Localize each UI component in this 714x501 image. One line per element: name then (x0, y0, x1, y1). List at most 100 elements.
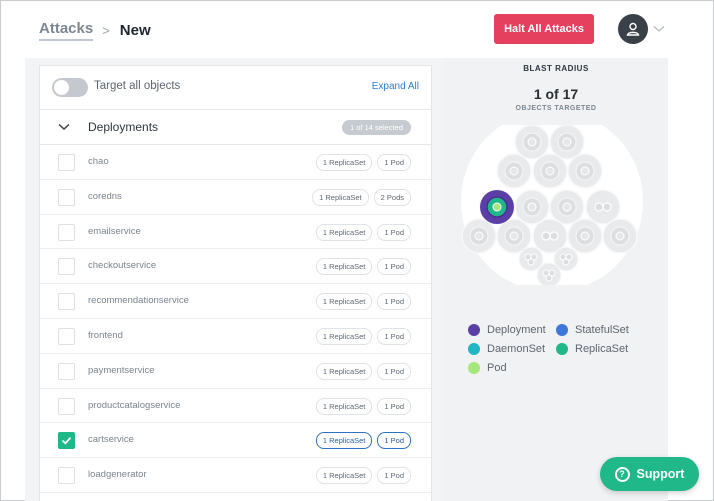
pod-count-tag: 1 Pod (377, 362, 411, 380)
deployment-row[interactable]: productcatalogservice 1 ReplicaSet 1 Pod (40, 389, 431, 424)
help-icon: ? (614, 466, 630, 482)
pod-bubble (562, 137, 572, 147)
deployment-row[interactable]: paymentservice 1 ReplicaSet 1 Pod (40, 354, 431, 389)
pod-bubble (545, 166, 555, 176)
pod-count-tag: 1 Pod (377, 432, 411, 450)
row-tags: 1 ReplicaSet 1 Pod (315, 327, 411, 345)
pod-count-tag: 1 Pod (377, 327, 411, 345)
row-tags: 1 ReplicaSet 1 Pod (315, 293, 411, 311)
targets-toolbar: Target all objects Expand All (40, 66, 431, 110)
chevron-down-icon[interactable] (653, 25, 665, 33)
deployment-name: recommendationservice (88, 295, 189, 307)
row-tags: 1 ReplicaSet 2 Pods (312, 188, 411, 206)
deployment-name: loadgenerator (88, 469, 147, 481)
blast-radius-title: BLAST RADIUS (523, 64, 589, 73)
deployment-name: checkoutservice (88, 260, 157, 272)
row-tags: 1 ReplicaSet 1 Pod (315, 467, 411, 485)
row-tags: 1 ReplicaSet 1 Pod (315, 362, 411, 380)
pod-count-tag: 1 Pod (377, 467, 411, 485)
row-checkbox[interactable] (58, 432, 75, 450)
deployment-name: chao (88, 156, 109, 167)
chevron-down-icon[interactable] (58, 123, 70, 131)
avatar[interactable] (618, 14, 648, 44)
legend-item: StatefulSet (556, 324, 629, 336)
pod-bubble (615, 231, 625, 241)
pod-bubble (594, 202, 604, 212)
row-tags: 1 ReplicaSet 1 Pod (315, 258, 411, 276)
breadcrumb-separator: > (102, 23, 110, 38)
legend-item: Pod (468, 362, 507, 374)
pod-bubble (562, 258, 570, 266)
replicaset-count-tag: 1 ReplicaSet (315, 467, 373, 485)
row-checkbox[interactable] (58, 293, 75, 311)
row-checkbox[interactable] (58, 327, 75, 345)
pod-count-tag: 1 Pod (377, 223, 411, 241)
target-all-toggle[interactable] (52, 78, 88, 97)
pod-bubble (527, 258, 535, 266)
group-title: Deployments (88, 120, 159, 134)
support-label: Support (636, 467, 685, 481)
checkmark-icon (61, 437, 72, 445)
legend-color-dot (468, 343, 480, 355)
pod-bubble (527, 202, 537, 212)
legend-color-dot (468, 362, 480, 374)
deployment-row[interactable]: checkoutservice 1 ReplicaSet 1 Pod (40, 249, 431, 285)
row-checkbox[interactable] (58, 223, 75, 241)
deployment-row[interactable]: loadgenerator 1 ReplicaSet 1 Pod (40, 458, 431, 493)
replicaset-count-tag: 1 ReplicaSet (315, 258, 373, 276)
legend-color-dot (556, 324, 568, 336)
deployment-row[interactable]: emailservice 1 ReplicaSet 1 Pod (40, 215, 431, 250)
row-tags: 1 ReplicaSet 1 Pod (315, 397, 411, 415)
legend-label: ReplicaSet (575, 343, 629, 355)
legend-color-dot (556, 343, 568, 355)
row-checkbox[interactable] (58, 397, 75, 415)
legend-item: DaemonSet (468, 343, 545, 355)
replicaset-count-tag: 1 ReplicaSet (315, 327, 373, 345)
pod-count-tag: 1 Pod (377, 154, 411, 171)
legend-label: Deployment (487, 324, 546, 336)
row-checkbox[interactable] (58, 467, 75, 485)
legend-item: Deployment (468, 324, 546, 336)
deployment-row[interactable]: chao 1 ReplicaSet 1 Pod (40, 145, 431, 180)
pod-bubble (602, 202, 612, 212)
row-checkbox[interactable] (58, 188, 75, 206)
pod-bubble (580, 166, 590, 176)
replicaset-count-tag: 1 ReplicaSet (315, 397, 373, 415)
deployment-row[interactable]: frontend 1 ReplicaSet 1 Pod (40, 319, 431, 354)
breadcrumb: Attacks > New (39, 20, 151, 41)
targets-panel: Target all objects Expand All Deployment… (39, 65, 432, 501)
deployment-list: chao 1 ReplicaSet 1 Pod coredns 1 ReplicaSet… (40, 145, 431, 493)
blast-radius-bubble-chart (461, 125, 643, 285)
deployments-group-header[interactable]: Deployments 1 of 14 selected (40, 110, 431, 145)
expand-all-link[interactable]: Expand All (372, 81, 419, 92)
legend-label: StatefulSet (575, 324, 629, 336)
row-checkbox[interactable] (58, 362, 75, 380)
deployment-name: coredns (88, 190, 122, 202)
pod-bubble (509, 231, 519, 241)
replicaset-count-tag: 1 ReplicaSet (315, 154, 373, 171)
breadcrumb-attacks-link[interactable]: Attacks (39, 20, 94, 41)
replicaset-count-tag: 1 ReplicaSet (315, 293, 373, 311)
selected-count-badge: 1 of 14 selected (342, 120, 411, 135)
pod-bubble (527, 137, 537, 147)
row-tags: 1 ReplicaSet 1 Pod (315, 154, 411, 171)
top-header: Attacks > New Halt All Attacks (1, 1, 713, 58)
objects-targeted-count: 1 of 17 (533, 86, 579, 102)
pod-bubble (541, 231, 551, 241)
deployment-row[interactable]: recommendationservice 1 ReplicaSet 1 Pod (40, 284, 431, 319)
deployment-name: frontend (88, 329, 123, 341)
halt-all-attacks-button[interactable]: Halt All Attacks (494, 14, 594, 44)
pod-count-tag: 1 Pod (377, 293, 411, 311)
deployment-row[interactable]: coredns 1 ReplicaSet 2 Pods (40, 180, 431, 215)
row-checkbox[interactable] (58, 154, 75, 171)
replicaset-count-tag: 1 ReplicaSet (312, 188, 369, 206)
blast-radius-panel: BLAST RADIUS 1 of 17 OBJECTS TARGETED De… (444, 58, 668, 501)
legend-label: DaemonSet (487, 343, 546, 355)
row-checkbox[interactable] (58, 258, 75, 276)
deployment-name: emailservice (88, 225, 141, 237)
pod-count-tag: 1 Pod (377, 397, 411, 415)
pod-count-tag: 1 Pod (377, 258, 411, 276)
pod-bubble (545, 274, 553, 282)
deployment-row[interactable]: cartservice 1 ReplicaSet 1 Pod (40, 423, 431, 459)
support-button[interactable]: ? Support (600, 457, 699, 491)
